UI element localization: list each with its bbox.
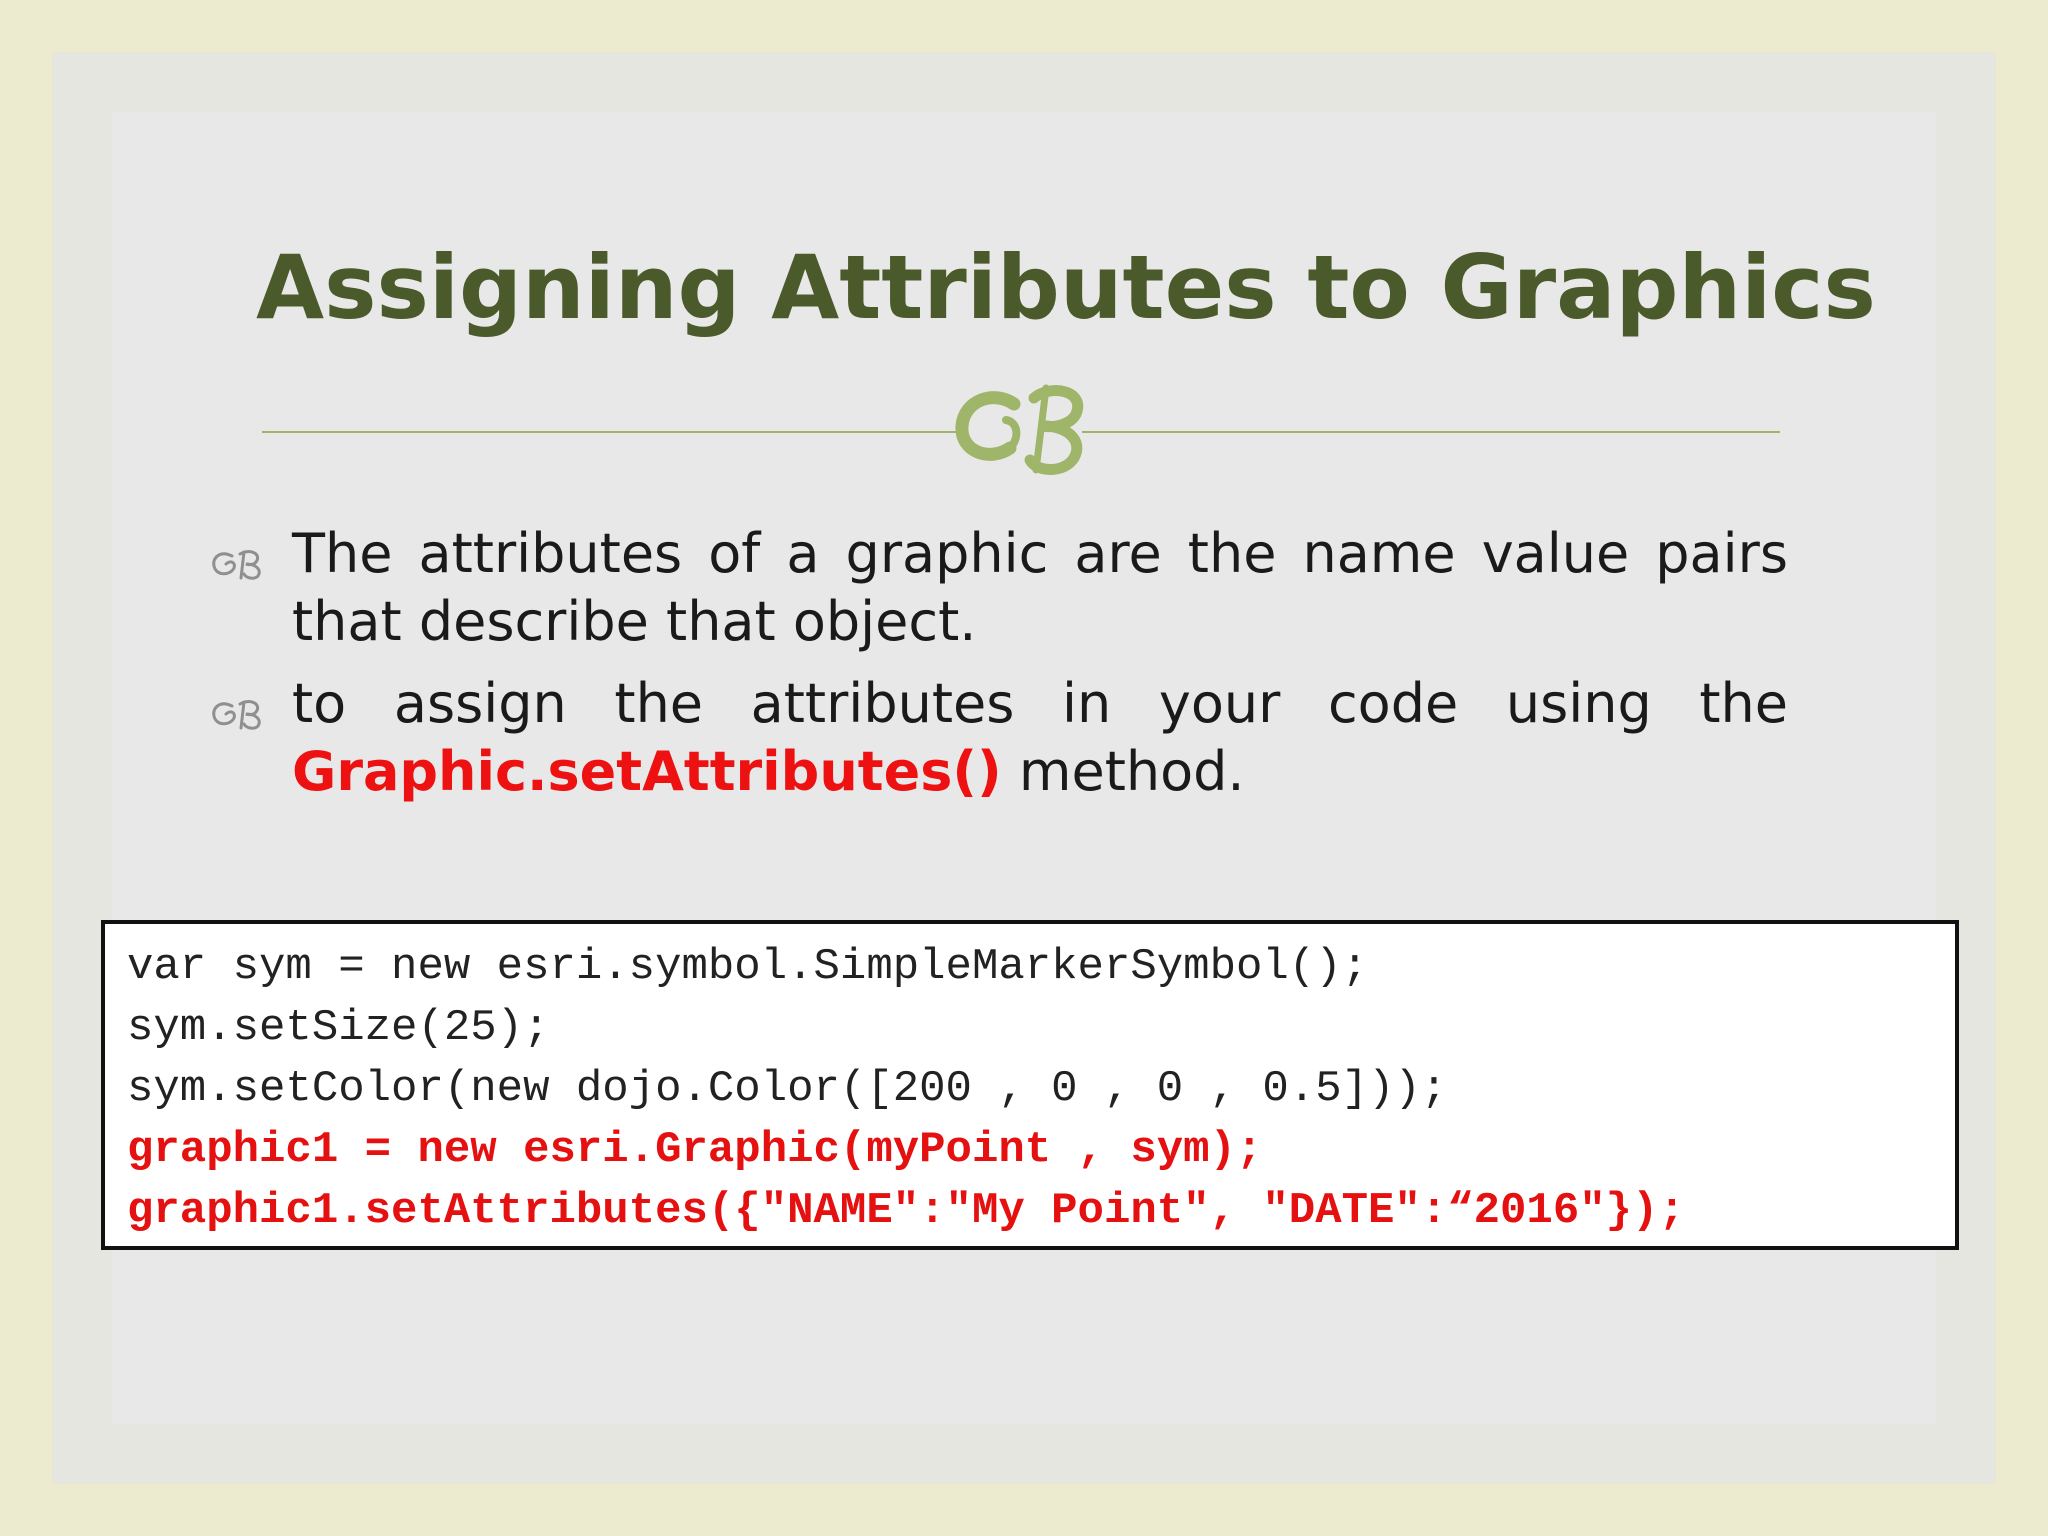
method-name-highlight: Graphic.setAttributes() bbox=[292, 740, 1002, 803]
bullet-text-lead: to assign the attributes in your code us… bbox=[292, 672, 1788, 735]
swirl-bullet-icon bbox=[212, 550, 261, 580]
bullet-item: to assign the attributes in your code us… bbox=[200, 670, 1800, 806]
code-line: sym.setColor(new dojo.Color([200 , 0 , 0… bbox=[127, 1064, 1448, 1114]
bullet-text-tail: method. bbox=[1001, 740, 1245, 803]
code-block: var sym = new esri.symbol.SimpleMarkerSy… bbox=[101, 920, 1959, 1250]
code-line: sym.setSize(25); bbox=[127, 1003, 550, 1053]
swirl-ornament-icon bbox=[955, 384, 1084, 475]
code-line: var sym = new esri.symbol.SimpleMarkerSy… bbox=[127, 942, 1369, 992]
bullet-text: The attributes of a graphic are the name… bbox=[292, 522, 1788, 653]
title-divider-left bbox=[262, 431, 958, 433]
bullet-list: The attributes of a graphic are the name… bbox=[200, 520, 1800, 820]
code-line-highlighted: graphic1 = new esri.Graphic(myPoint , sy… bbox=[127, 1125, 1263, 1175]
title-divider-right bbox=[1082, 431, 1780, 433]
bullet-text: to assign the attributes in your code us… bbox=[292, 670, 1788, 806]
slide-title: Assigning Attributes to Graphics bbox=[256, 236, 1876, 339]
swirl-bullet-icon bbox=[212, 700, 261, 730]
bullet-item: The attributes of a graphic are the name… bbox=[200, 520, 1800, 656]
code-line-highlighted: graphic1.setAttributes({"NAME":"My Point… bbox=[127, 1186, 1685, 1236]
